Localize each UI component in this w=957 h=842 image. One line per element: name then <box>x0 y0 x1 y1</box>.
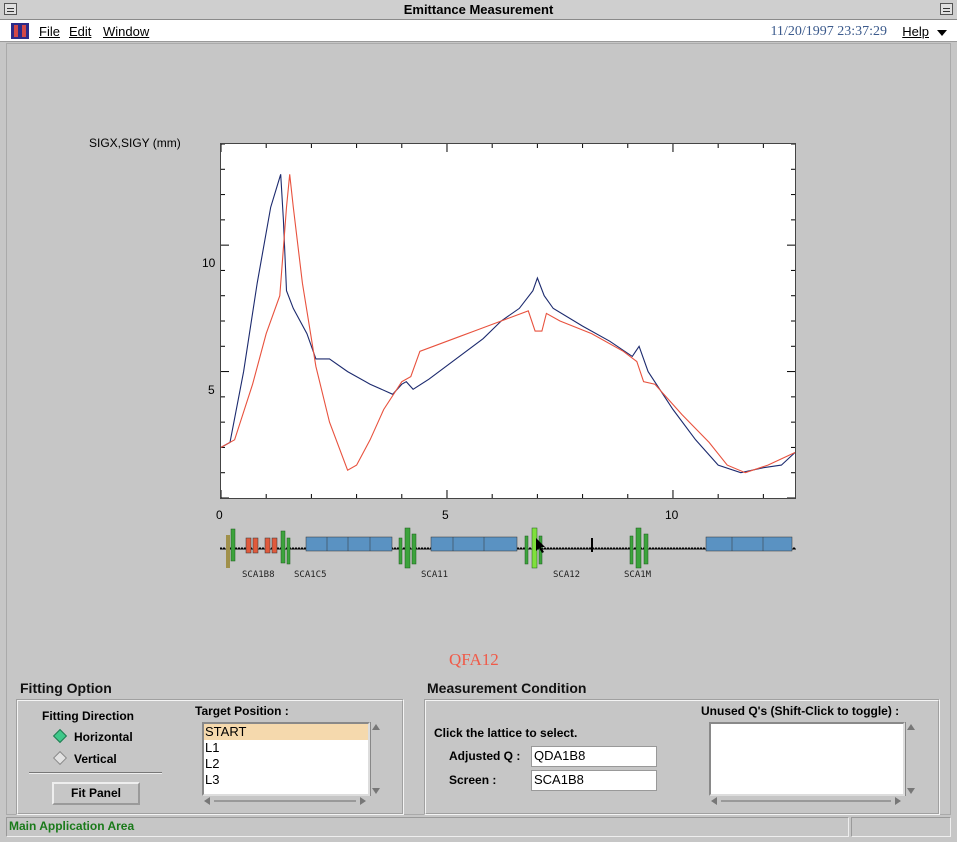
lattice-quad[interactable] <box>398 537 403 565</box>
scroll-down-icon[interactable] <box>907 788 915 794</box>
lattice-monitor[interactable] <box>591 538 593 552</box>
menu-help[interactable]: Help <box>902 24 929 39</box>
scroll-right-icon[interactable] <box>895 797 901 805</box>
lattice-bend[interactable] <box>271 537 278 554</box>
series-line-2 <box>221 174 795 474</box>
window-title: Emittance Measurement <box>403 2 554 17</box>
scroll-track[interactable] <box>721 800 891 802</box>
lattice-label: SCA1M <box>624 570 652 580</box>
lattice-quad[interactable] <box>404 527 411 569</box>
plot-canvas <box>221 144 795 498</box>
menu-file-label: File <box>39 24 60 39</box>
status-bar: Main Application Area <box>6 817 849 837</box>
datetime-display: 11/20/1997 23:37:29 <box>770 24 887 39</box>
radio-selected-icon <box>52 728 68 744</box>
menu-help-label: Help <box>902 24 929 39</box>
list-item-selected[interactable]: START <box>204 724 368 740</box>
lattice-quad[interactable] <box>280 530 286 564</box>
radio-unselected-icon <box>52 750 68 766</box>
scroll-up-icon[interactable] <box>372 724 380 730</box>
lattice-quad[interactable] <box>286 537 291 565</box>
lattice-label: SCA1B8 <box>242 570 275 580</box>
target-list-vscrollbar[interactable] <box>370 722 380 796</box>
lattice-instruction: Click the lattice to select. <box>434 726 578 740</box>
adjusted-q-label: Adjusted Q : <box>449 749 521 763</box>
unused-q-list[interactable] <box>709 722 905 796</box>
target-position-list[interactable]: START L1 L2 L3 <box>202 722 370 796</box>
app-logo-icon <box>11 23 29 39</box>
scroll-left-icon[interactable] <box>204 797 210 805</box>
menu-window[interactable]: Window <box>103 24 149 39</box>
unused-list-hscrollbar[interactable] <box>709 796 903 806</box>
lattice-cavity[interactable] <box>705 536 793 552</box>
radio-horizontal-label[interactable]: Horizontal <box>74 730 133 744</box>
menu-edit[interactable]: Edit <box>69 24 91 39</box>
unused-list-vscrollbar[interactable] <box>905 722 915 796</box>
y-axis-label: SIGX,SIGY (mm) <box>89 136 181 150</box>
beam-size-plot[interactable] <box>220 143 796 499</box>
x-tick-label: 10 <box>665 508 679 522</box>
scroll-up-icon[interactable] <box>907 724 915 730</box>
menu-window-label: Window <box>103 24 150 39</box>
selected-element-name: QFA12 <box>449 650 499 669</box>
fitting-direction-label: Fitting Direction <box>42 709 134 723</box>
radio-horizontal[interactable] <box>52 728 68 744</box>
lattice-bend[interactable] <box>245 537 252 554</box>
list-item[interactable]: L3 <box>204 772 368 788</box>
title-bar[interactable]: Emittance Measurement <box>0 0 957 20</box>
scroll-left-icon[interactable] <box>711 797 717 805</box>
scroll-right-icon[interactable] <box>360 797 366 805</box>
status-bar-secondary <box>851 817 951 837</box>
list-item[interactable]: L1 <box>204 740 368 756</box>
separator <box>29 772 162 774</box>
lattice-bend[interactable] <box>252 537 259 554</box>
y-tick-label: 10 <box>202 256 216 270</box>
lattice-diagram[interactable] <box>218 524 800 574</box>
lattice-bend[interactable] <box>264 537 271 554</box>
lattice-label: SCA12 <box>553 570 581 580</box>
fitting-option-title: Fitting Option <box>20 680 112 696</box>
lattice-label: SCA11 <box>421 570 449 580</box>
chevron-down-icon[interactable] <box>937 30 947 36</box>
scroll-track[interactable] <box>214 800 356 802</box>
lattice-quad[interactable] <box>635 527 642 569</box>
menu-bar: File Edit Window 11/20/1997 23:37:29 Hel… <box>0 20 957 42</box>
target-list-hscrollbar[interactable] <box>202 796 368 806</box>
list-item[interactable]: L2 <box>204 756 368 772</box>
menu-file[interactable]: File <box>39 24 60 39</box>
x-tick-label: 0 <box>216 508 223 522</box>
scroll-down-icon[interactable] <box>372 788 380 794</box>
lattice-quad[interactable] <box>411 533 417 565</box>
unused-q-label: Unused Q's (Shift-Click to toggle) : <box>701 704 900 718</box>
lattice-quad[interactable] <box>524 535 529 565</box>
lattice-marker[interactable] <box>226 535 230 568</box>
adjusted-q-field[interactable]: QDA1B8 <box>531 746 657 767</box>
screen-field[interactable]: SCA1B8 <box>531 770 657 791</box>
lattice-cavity[interactable] <box>430 536 518 552</box>
window-maximize-button[interactable] <box>940 3 953 15</box>
target-position-label: Target Position : <box>195 704 289 718</box>
y-tick-label: 5 <box>208 383 215 397</box>
menu-edit-label: Edit <box>69 24 92 39</box>
lattice-label: SCA1C5 <box>294 570 327 580</box>
lattice-quad[interactable] <box>230 528 236 562</box>
measurement-condition-title: Measurement Condition <box>427 680 587 696</box>
lattice-quad[interactable] <box>629 535 634 565</box>
screen-label: Screen : <box>449 773 497 787</box>
series-line-1 <box>221 174 795 474</box>
x-tick-label: 5 <box>442 508 449 522</box>
radio-vertical[interactable] <box>52 750 68 766</box>
lattice-quad[interactable] <box>643 533 649 565</box>
fit-panel-button[interactable]: Fit Panel <box>52 782 140 805</box>
lattice-cavity[interactable] <box>305 536 393 552</box>
radio-vertical-label[interactable]: Vertical <box>74 752 117 766</box>
